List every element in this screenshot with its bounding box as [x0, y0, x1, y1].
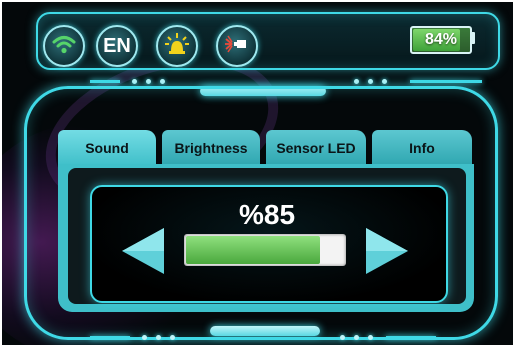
- connector-line: [410, 80, 482, 83]
- connector-dots: [132, 79, 165, 85]
- sensor-led-icon: [222, 29, 252, 64]
- battery-nub: [470, 32, 475, 44]
- arrow-left-icon: [118, 228, 166, 282]
- sound-level-label: %85: [238, 199, 296, 230]
- arrow-right-icon: [364, 228, 412, 282]
- tab-sensor-led[interactable]: Sensor LED: [266, 130, 366, 166]
- connector-dots: [340, 335, 373, 341]
- language-button[interactable]: EN: [96, 25, 138, 67]
- tab-brightness[interactable]: Brightness: [162, 130, 260, 166]
- volume-slider[interactable]: [184, 234, 346, 266]
- sensor-led-button[interactable]: [216, 25, 258, 67]
- connector-dots: [142, 335, 175, 341]
- increase-volume-button[interactable]: [364, 224, 412, 278]
- wifi-button[interactable]: [43, 25, 85, 67]
- connector-dots: [354, 79, 387, 85]
- wifi-icon: [49, 29, 79, 64]
- light-button[interactable]: [156, 25, 198, 67]
- language-label: EN: [103, 34, 131, 57]
- volume-slider-fill: [186, 236, 320, 264]
- connector-line: [90, 336, 130, 339]
- connector-line: [90, 80, 120, 83]
- connector-line: [386, 336, 436, 339]
- bottom-handle: [210, 326, 320, 336]
- device-screen: EN 84% Sound Brightness Sensor LED Info …: [2, 2, 513, 345]
- battery-label: 84%: [424, 31, 458, 48]
- tab-info[interactable]: Info: [372, 130, 472, 166]
- battery-indicator: 84%: [410, 26, 472, 54]
- tab-sound[interactable]: Sound: [58, 130, 156, 166]
- decrease-volume-button[interactable]: [118, 224, 166, 278]
- light-bulb-icon: [162, 29, 192, 64]
